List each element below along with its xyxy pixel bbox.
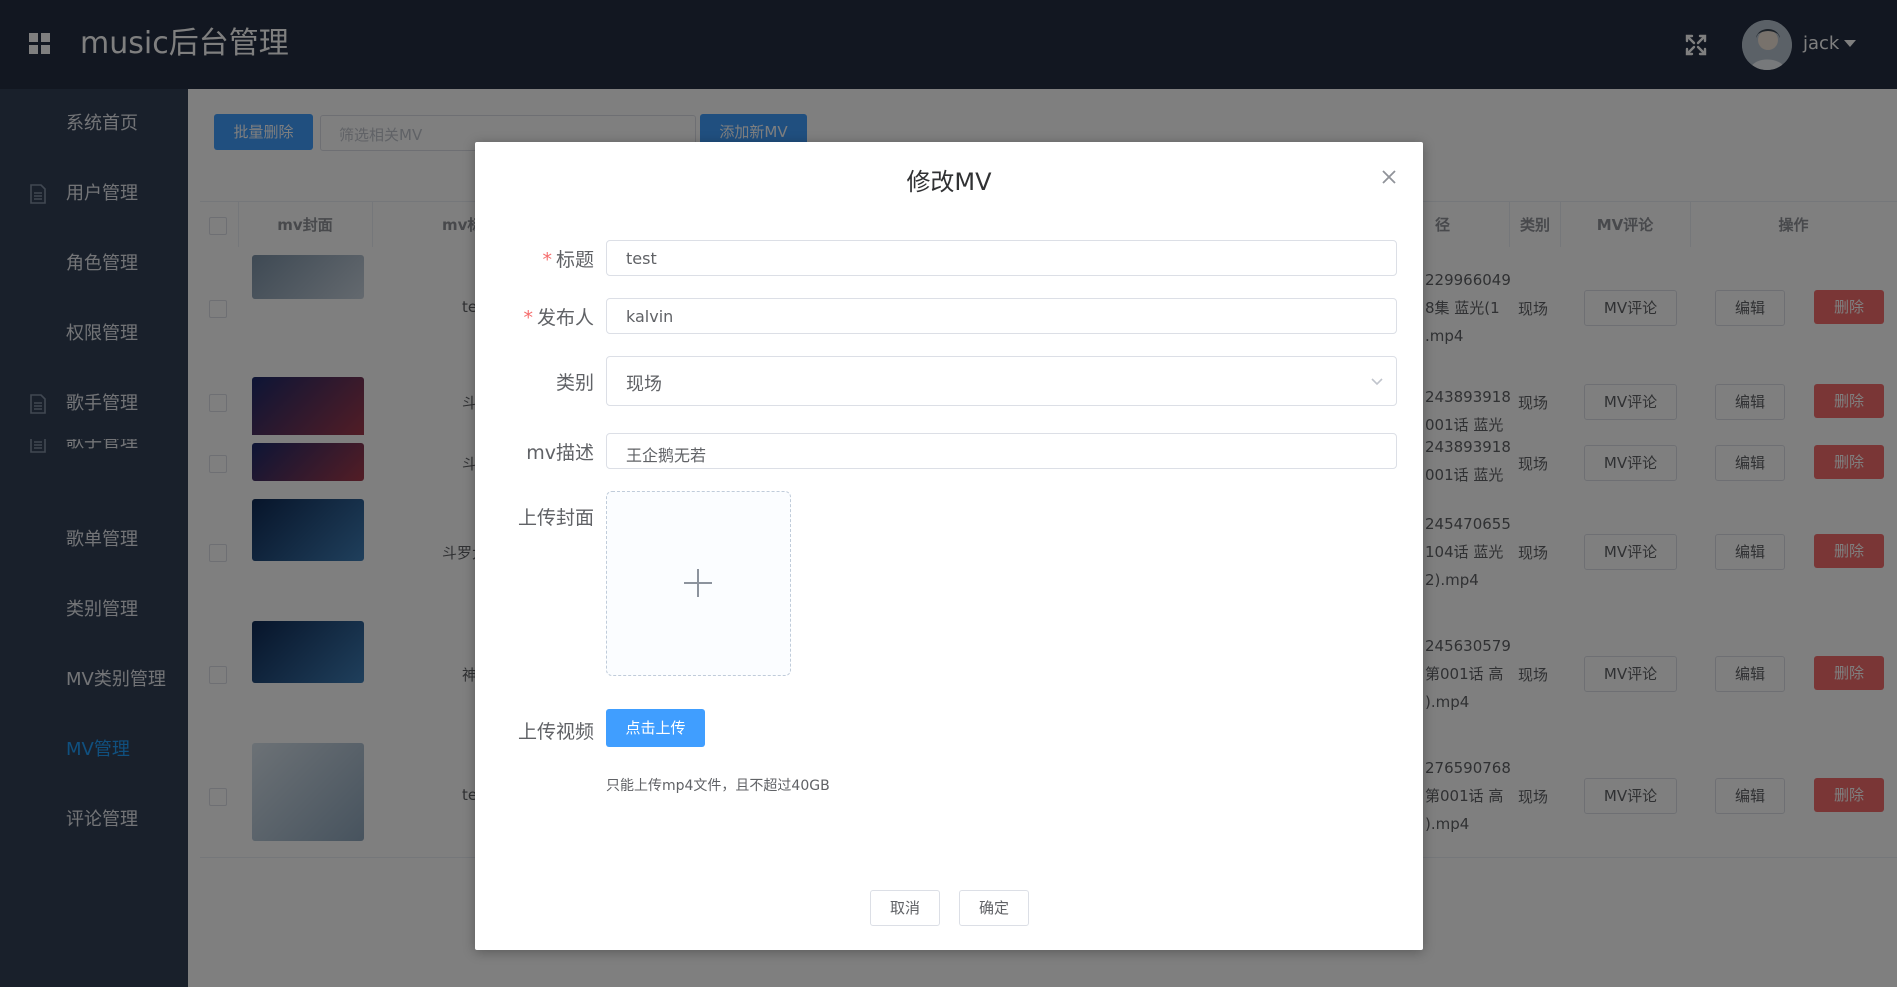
upload-hint: 只能上传mp4文件，且不超过40GB bbox=[606, 778, 830, 794]
video-upload-label: 上传视频 bbox=[517, 721, 594, 743]
publisher-value: kalvin bbox=[626, 307, 674, 326]
close-icon[interactable] bbox=[1380, 168, 1398, 186]
category-label: 类别 bbox=[555, 372, 594, 394]
plus-icon bbox=[684, 569, 712, 597]
dialog-title: 修改MV bbox=[906, 168, 992, 196]
desc-value: 王企鹅无若 bbox=[626, 446, 707, 465]
confirm-button[interactable]: 确定 bbox=[959, 890, 1029, 926]
category-value: 现场 bbox=[626, 374, 662, 395]
required-mark: * bbox=[542, 249, 552, 271]
title-value: test bbox=[626, 249, 657, 268]
category-select[interactable]: 现场 bbox=[606, 356, 1397, 406]
title-label: * 标题 bbox=[542, 249, 594, 271]
upload-video-button[interactable]: 点击上传 bbox=[606, 709, 705, 747]
desc-field[interactable]: 王企鹅无若 bbox=[606, 433, 1397, 469]
desc-label: mv描述 bbox=[526, 442, 594, 464]
title-field[interactable]: test bbox=[606, 240, 1397, 276]
cover-upload-label: 上传封面 bbox=[517, 507, 594, 529]
required-mark: * bbox=[523, 307, 533, 329]
cancel-button[interactable]: 取消 bbox=[870, 890, 940, 926]
cover-uploader[interactable] bbox=[606, 491, 791, 676]
chevron-down-icon bbox=[1371, 378, 1383, 386]
publisher-field[interactable]: kalvin bbox=[606, 298, 1397, 334]
edit-mv-dialog: 修改MV * 标题 test * 发布人 kalvin 类别 现场 mv描述 王企鹅… bbox=[475, 142, 1423, 950]
publisher-label: * 发布人 bbox=[523, 307, 594, 329]
